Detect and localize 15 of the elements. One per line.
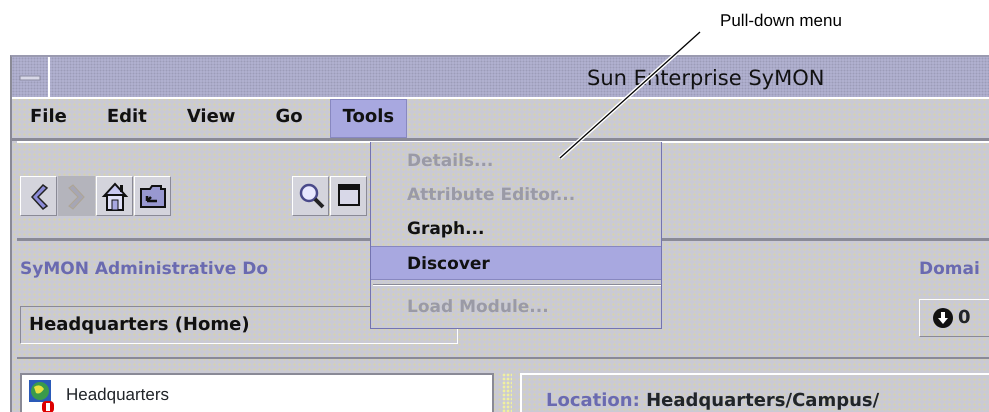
callout-label: Pull-down menu	[720, 10, 842, 32]
tree-item[interactable]: Headquarters	[66, 379, 170, 408]
panel-label: SyMON Administrative Do	[20, 258, 270, 281]
menu-item[interactable]: View	[174, 99, 248, 138]
domain-button[interactable]: 0	[919, 298, 989, 336]
menu-item[interactable]: Tools	[330, 99, 408, 138]
panel-label: Domai	[919, 258, 981, 281]
splitter-handle[interactable]	[502, 373, 512, 412]
minimize-icon	[19, 75, 41, 81]
menu-item[interactable]: Go	[262, 99, 316, 138]
menu-item[interactable]: Edit	[94, 99, 160, 138]
location-panel: Location: Headquarters/Campus/	[520, 373, 989, 412]
menu-item[interactable]: File	[17, 99, 80, 138]
menu-item[interactable]: Graph...	[371, 212, 661, 246]
menu-item[interactable]: Discover	[371, 246, 661, 280]
